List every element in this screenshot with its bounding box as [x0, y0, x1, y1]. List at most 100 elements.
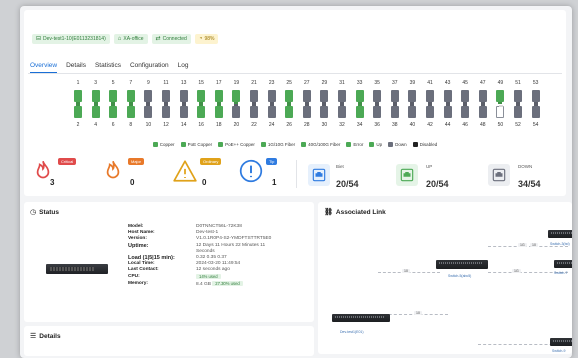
- node-label[interactable]: Dev-test1(E01): [340, 330, 364, 334]
- alarm-tip[interactable]: Tip 1: [238, 158, 278, 187]
- legend-item: Up: [369, 142, 382, 147]
- tab-configuration[interactable]: Configuration: [130, 62, 169, 73]
- details-title: ☰ Details: [30, 332, 61, 341]
- tab-details[interactable]: Details: [66, 62, 86, 73]
- switch-port[interactable]: [232, 106, 241, 118]
- port-number: 38: [392, 122, 398, 128]
- switch-port[interactable]: [267, 90, 276, 102]
- switch-port[interactable]: [531, 90, 540, 102]
- port-number: 25: [286, 80, 292, 86]
- switch-port[interactable]: [443, 90, 452, 102]
- switch-port[interactable]: [496, 106, 505, 118]
- switch-port[interactable]: [338, 90, 346, 102]
- switch-port[interactable]: [426, 106, 434, 118]
- alarm-major[interactable]: Major 0: [100, 158, 145, 187]
- switch-port[interactable]: [91, 106, 100, 118]
- alarm-critical[interactable]: Critical 3: [30, 158, 77, 187]
- switch-port[interactable]: [373, 106, 382, 118]
- port-number: 14: [180, 122, 187, 128]
- switch-port[interactable]: [302, 106, 311, 118]
- switch-port[interactable]: [302, 90, 311, 102]
- switch-node[interactable]: [554, 260, 572, 268]
- port-number: 27: [304, 80, 310, 86]
- status-title: ◷ Status: [30, 208, 59, 217]
- switch-port[interactable]: [214, 90, 223, 102]
- switch-port[interactable]: [285, 106, 294, 118]
- switch-port[interactable]: [162, 106, 170, 118]
- status-row: Memory: 8.4 GB 27.30% used: [128, 280, 271, 288]
- switch-port[interactable]: [461, 106, 470, 118]
- alarm-ordinary[interactable]: Ordinary 0: [172, 158, 222, 187]
- switch-port[interactable]: [109, 90, 118, 102]
- switch-port[interactable]: [478, 106, 487, 118]
- switch-port[interactable]: [179, 90, 188, 102]
- port-number: 26: [286, 122, 292, 128]
- header-badge: ◔ 98%: [194, 34, 219, 44]
- switch-port[interactable]: [214, 106, 223, 118]
- status-value: D0TNNCT56L-72K38: [196, 224, 242, 229]
- switch-port[interactable]: [126, 106, 135, 118]
- details-card: ☰ Details: [24, 326, 314, 356]
- usage-chip: 27.30% used: [212, 280, 243, 286]
- switch-port[interactable]: [373, 90, 382, 102]
- info-icon: [239, 159, 263, 183]
- tab-statistics[interactable]: Statistics: [95, 62, 121, 73]
- switch-port[interactable]: [109, 106, 118, 118]
- switch-port[interactable]: [285, 90, 294, 102]
- switch-node[interactable]: [548, 230, 572, 238]
- switch-port[interactable]: [74, 106, 82, 118]
- switch-port[interactable]: [514, 90, 522, 102]
- switch-port[interactable]: [461, 90, 470, 102]
- center-switch-node[interactable]: [436, 260, 488, 269]
- switch-port[interactable]: [390, 106, 399, 118]
- tab-log[interactable]: Log: [178, 62, 189, 73]
- legend-label: 40G/100G Fiber: [308, 142, 341, 147]
- switch-port[interactable]: [514, 106, 522, 118]
- switch-port[interactable]: [250, 90, 258, 102]
- switch-port[interactable]: [320, 106, 329, 118]
- switch-port[interactable]: [232, 90, 241, 102]
- switch-port[interactable]: [478, 90, 487, 102]
- switch-port[interactable]: [390, 90, 399, 102]
- switch-port[interactable]: [144, 106, 153, 118]
- port-number: 52: [515, 122, 521, 128]
- legend-label: Error: [353, 142, 364, 147]
- switch-port[interactable]: [408, 106, 417, 118]
- switch-port[interactable]: [250, 106, 258, 118]
- node-label[interactable]: Switch-5(abc5): [448, 274, 471, 278]
- switch-port[interactable]: [338, 106, 346, 118]
- switch-port[interactable]: [443, 106, 452, 118]
- switch-port[interactable]: [144, 90, 153, 102]
- port-number: 40: [409, 122, 416, 128]
- switch-port[interactable]: [531, 106, 540, 118]
- device-icon: ⊟: [36, 36, 42, 42]
- alarm-tag: Ordinary: [200, 158, 222, 165]
- switch-port[interactable]: [267, 106, 276, 118]
- port-number: 4: [94, 122, 97, 128]
- switch-port[interactable]: [496, 90, 505, 102]
- legend-item: Disabled: [412, 142, 437, 147]
- node-label[interactable]: Switch-3(bd): [550, 242, 570, 246]
- switch-port[interactable]: [162, 90, 170, 102]
- link-all-value: 20/54: [336, 179, 359, 189]
- node-label[interactable]: Switch-7: [554, 271, 567, 275]
- switch-port[interactable]: [74, 90, 82, 102]
- switch-port[interactable]: [320, 90, 329, 102]
- tab-overview[interactable]: Overview: [30, 62, 58, 73]
- switch-port[interactable]: [91, 90, 100, 102]
- switch-port[interactable]: [355, 106, 364, 118]
- local-switch-node[interactable]: [332, 314, 390, 322]
- node-label[interactable]: Switch-9: [552, 349, 565, 353]
- switch-port[interactable]: [197, 106, 206, 118]
- associated-link-card: ⛓ Associated Link 10 1G 10 1G 10 Switch-…: [318, 202, 572, 354]
- switch-node[interactable]: [550, 338, 572, 346]
- switch-port[interactable]: [408, 90, 417, 102]
- switch-port[interactable]: [179, 106, 188, 118]
- switch-port[interactable]: [197, 90, 206, 102]
- status-value: 12 Days 11 Hours 22 Minutes 11: [196, 242, 266, 248]
- link-speed-pill: 10: [402, 269, 410, 273]
- switch-port[interactable]: [355, 90, 364, 102]
- status-key: Uptime:: [128, 242, 149, 249]
- switch-port[interactable]: [126, 90, 135, 102]
- switch-port[interactable]: [426, 90, 434, 102]
